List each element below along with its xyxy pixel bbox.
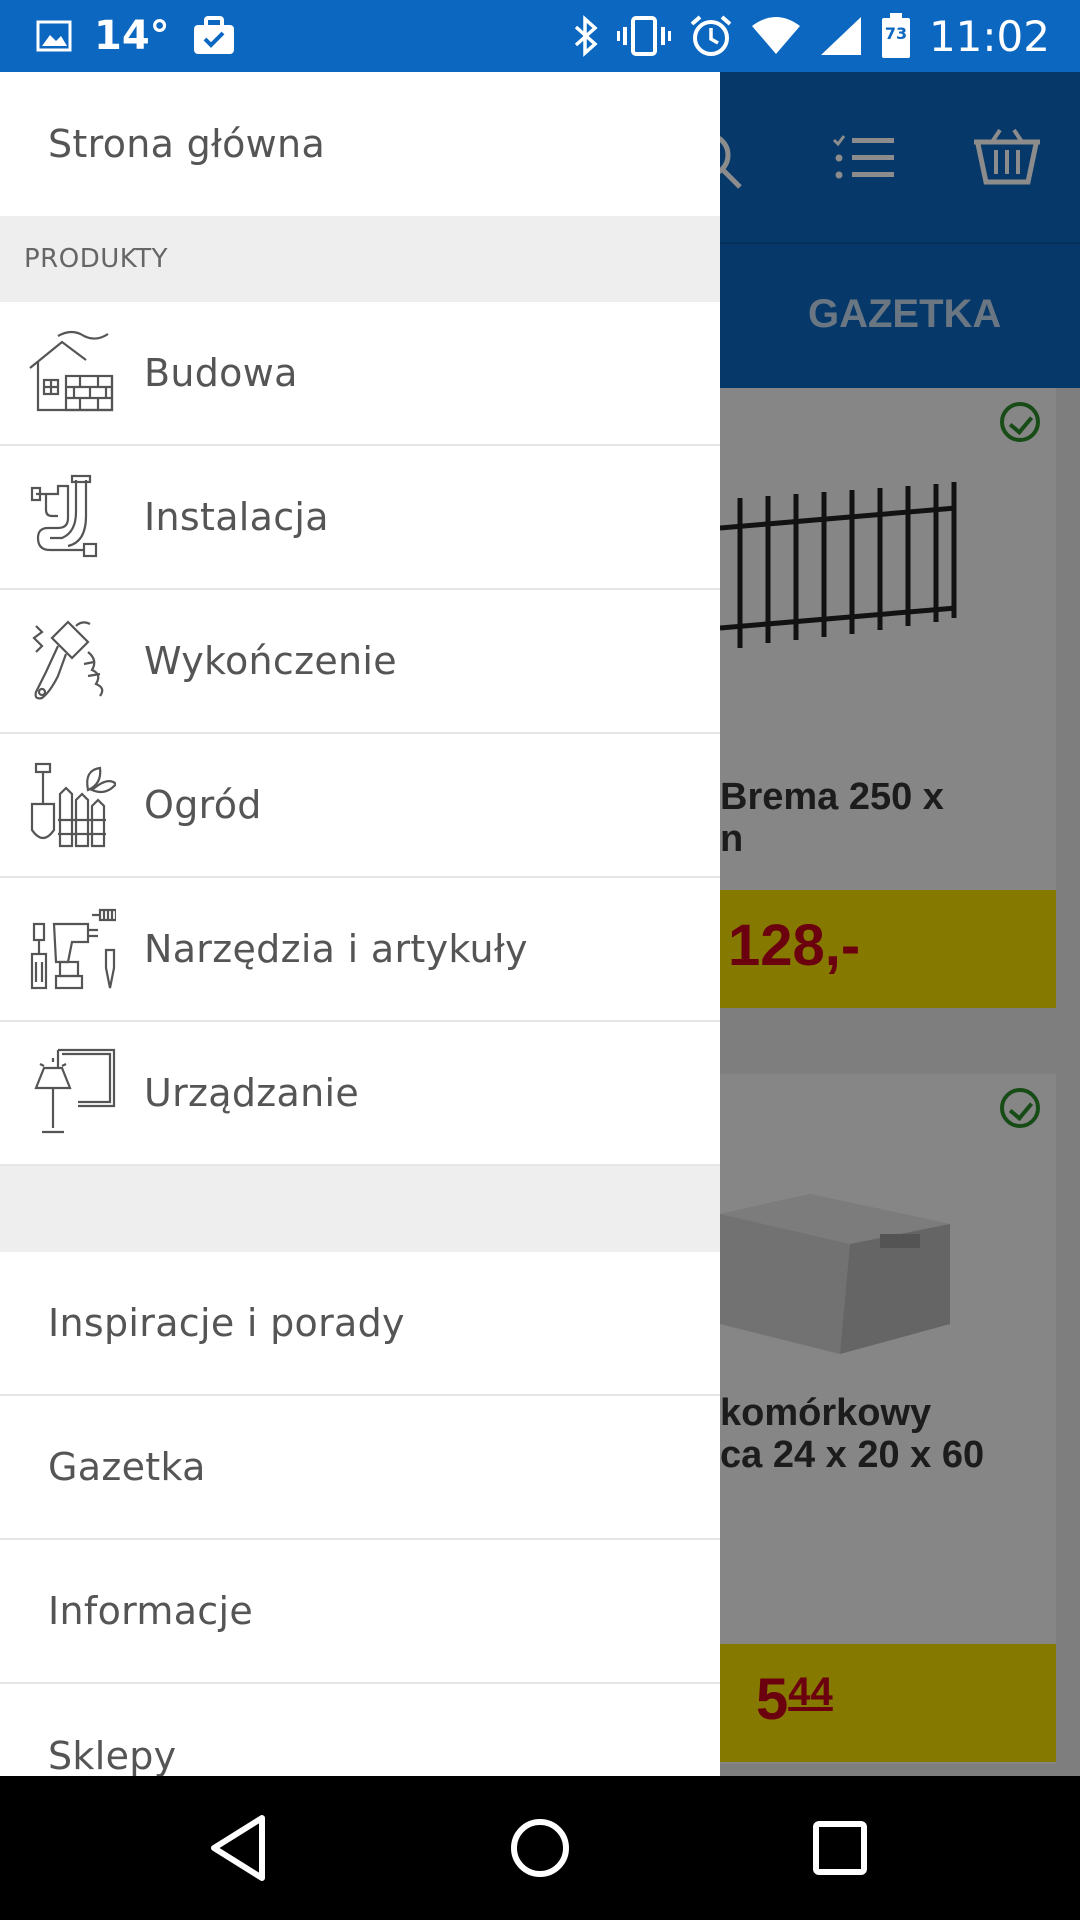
drawer-item-urzadzanie[interactable]: Urządzanie <box>0 1022 720 1166</box>
section-header-produkty: PRODUKTY <box>0 216 720 302</box>
drawer-item-instalacja[interactable]: Instalacja <box>0 446 720 590</box>
image-notification-icon <box>36 20 72 52</box>
cell-signal-icon <box>819 15 863 57</box>
drawer-item-label: Gazetka <box>48 1445 206 1489</box>
drawer-item-label: Urządzanie <box>144 1071 360 1115</box>
home-icon[interactable] <box>500 1808 580 1888</box>
recents-icon[interactable] <box>800 1808 880 1888</box>
drawer-item-label: Informacje <box>48 1589 254 1633</box>
temperature-text: 14° <box>94 13 170 59</box>
drawer-item-informacje[interactable]: Informacje <box>0 1540 720 1684</box>
garden-tools-icon <box>30 762 116 848</box>
drawer-item-label: Inspiracje i porady <box>48 1301 405 1345</box>
drawer-item-narzedzia[interactable]: Narzędzia i artykuły <box>0 878 720 1022</box>
drawer-divider-section <box>0 1166 720 1252</box>
navigation-drawer: Strona główna PRODUKTY Budowa Instalacja… <box>0 72 720 1776</box>
drawer-item-label: Sklepy <box>48 1734 177 1776</box>
briefcase-check-icon <box>192 16 236 56</box>
tools-icon <box>30 908 116 990</box>
drawer-item-label: Instalacja <box>144 495 329 539</box>
paint-brush-icon <box>32 620 104 700</box>
pipes-icon <box>30 474 98 558</box>
drawer-item-wykonczenie[interactable]: Wykończenie <box>0 590 720 734</box>
drawer-item-label: Strona główna <box>48 122 326 166</box>
status-bar: 14° 73 11:02 <box>0 0 1080 72</box>
battery-level-text: 73 <box>884 24 908 43</box>
back-icon[interactable] <box>200 1808 280 1888</box>
system-nav-bar <box>0 1776 1080 1920</box>
wifi-icon <box>751 16 801 56</box>
battery-icon: 73 <box>881 13 911 59</box>
drawer-item-inspiracje[interactable]: Inspiracje i porady <box>0 1252 720 1396</box>
drawer-item-label: Ogród <box>144 783 262 827</box>
drawer-item-home[interactable]: Strona główna <box>0 72 720 216</box>
drawer-item-budowa[interactable]: Budowa <box>0 302 720 446</box>
drawer-item-label: Budowa <box>144 351 298 395</box>
drawer-item-gazetka[interactable]: Gazetka <box>0 1396 720 1540</box>
drawer-item-label: Wykończenie <box>144 639 397 683</box>
section-header-label: PRODUKTY <box>24 244 169 274</box>
lamp-picture-icon <box>34 1048 116 1134</box>
house-bricks-icon <box>29 330 114 412</box>
alarm-icon <box>689 14 733 58</box>
clock-text: 11:02 <box>928 11 1050 61</box>
vibrate-icon <box>616 15 671 57</box>
drawer-item-sklepy[interactable]: Sklepy <box>0 1684 720 1776</box>
drawer-item-label: Narzędzia i artykuły <box>144 927 528 971</box>
drawer-item-ogrod[interactable]: Ogród <box>0 734 720 878</box>
bluetooth-icon <box>573 15 599 57</box>
